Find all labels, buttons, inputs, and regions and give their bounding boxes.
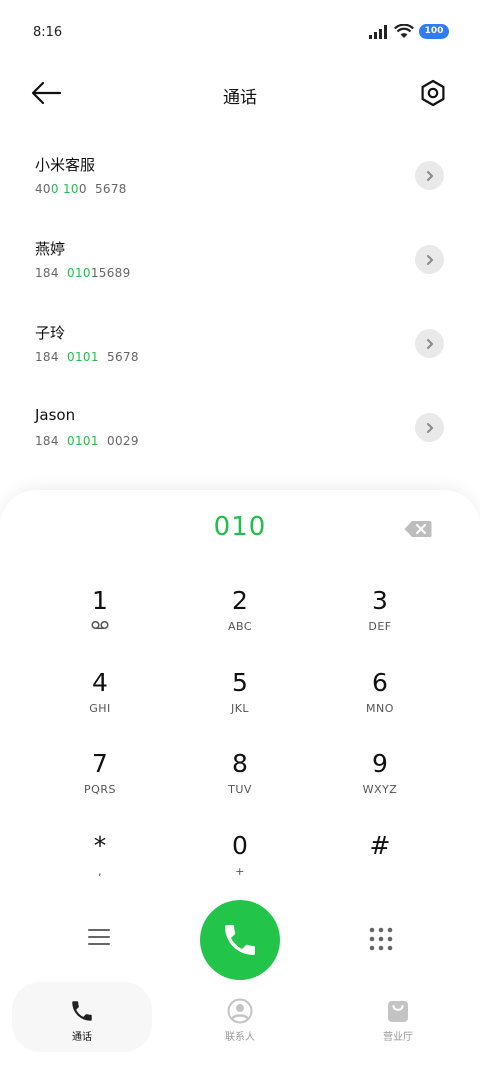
phone-icon xyxy=(225,925,255,955)
call-row xyxy=(0,898,480,982)
settings-button[interactable] xyxy=(418,78,448,108)
chevron-right-icon xyxy=(426,254,433,265)
person-icon xyxy=(227,998,253,1024)
contact-suggestion-list: 小米客服 400 100 5678 燕婷 184 01015689 子玲 184… xyxy=(0,134,480,470)
key-8[interactable]: 8 TUV xyxy=(170,749,310,831)
dialpad-grid-icon xyxy=(369,927,393,951)
wifi-icon xyxy=(394,24,414,38)
tab-service-hall[interactable]: 营业厅 xyxy=(328,982,468,1052)
keypad: 1 2 ABC 3 DEF 4 GHI 5 JKL 6 MNO 7 PQRS 8… xyxy=(30,586,450,912)
key-4[interactable]: 4 GHI xyxy=(30,668,170,750)
header: 通话 xyxy=(0,66,480,122)
backspace-icon xyxy=(404,521,432,537)
hamburger-menu-icon xyxy=(88,929,110,945)
chevron-right-icon xyxy=(426,422,433,433)
call-button[interactable] xyxy=(200,900,280,980)
contact-name: Jason xyxy=(35,406,76,424)
backspace-button[interactable] xyxy=(404,520,432,538)
contact-number: 184 0101 5678 xyxy=(35,350,139,364)
key-1[interactable]: 1 xyxy=(30,586,170,668)
page-title: 通话 xyxy=(223,88,257,108)
contact-name: 小米客服 xyxy=(35,156,96,174)
key-5[interactable]: 5 JKL xyxy=(170,668,310,750)
key-9[interactable]: 9 WXYZ xyxy=(310,749,450,831)
key-2[interactable]: 2 ABC xyxy=(170,586,310,668)
contact-number: 184 01015689 xyxy=(35,266,131,280)
contact-item[interactable]: Jason 184 0101 0029 xyxy=(0,386,480,470)
tab-contacts[interactable]: 联系人 xyxy=(170,982,310,1052)
tab-label: 通话 xyxy=(72,1032,92,1043)
phone-icon xyxy=(72,1001,92,1021)
key-3[interactable]: 3 DEF xyxy=(310,586,450,668)
voicemail-icon xyxy=(91,620,109,630)
contact-name: 燕婷 xyxy=(35,240,66,258)
contact-item[interactable]: 燕婷 184 01015689 xyxy=(0,218,480,302)
chevron-right-icon xyxy=(426,338,433,349)
settings-hexagon-icon xyxy=(421,79,445,107)
key-6[interactable]: 6 MNO xyxy=(310,668,450,750)
contact-detail-button[interactable] xyxy=(415,329,444,358)
contact-detail-button[interactable] xyxy=(415,245,444,274)
bottom-tab-bar: 通话 联系人 营业厅 xyxy=(0,982,480,1067)
key-7[interactable]: 7 PQRS xyxy=(30,749,170,831)
bag-icon xyxy=(388,1001,408,1022)
contact-number: 184 0101 0029 xyxy=(35,434,139,448)
contact-detail-button[interactable] xyxy=(415,413,444,442)
dialpad-toggle-button[interactable] xyxy=(368,926,394,952)
dialpad-panel: 010 1 2 ABC 3 DEF 4 GHI 5 JKL 6 MNO 7 PQ… xyxy=(0,490,480,1067)
tab-label: 联系人 xyxy=(225,1032,255,1043)
signal-icon xyxy=(369,24,387,39)
chevron-right-icon xyxy=(426,170,433,181)
tab-calls[interactable]: 通话 xyxy=(12,982,152,1052)
contact-detail-button[interactable] xyxy=(415,161,444,190)
status-bar: 8:16 100 xyxy=(0,0,480,66)
contact-item[interactable]: 小米客服 400 100 5678 xyxy=(0,134,480,218)
contact-name: 子玲 xyxy=(35,324,66,342)
battery-indicator: 100 xyxy=(419,24,449,39)
tab-label: 营业厅 xyxy=(383,1032,413,1043)
menu-button[interactable] xyxy=(87,927,111,949)
contact-number: 400 100 5678 xyxy=(35,182,127,196)
contact-item[interactable]: 子玲 184 0101 5678 xyxy=(0,302,480,386)
status-time: 8:16 xyxy=(33,25,63,40)
